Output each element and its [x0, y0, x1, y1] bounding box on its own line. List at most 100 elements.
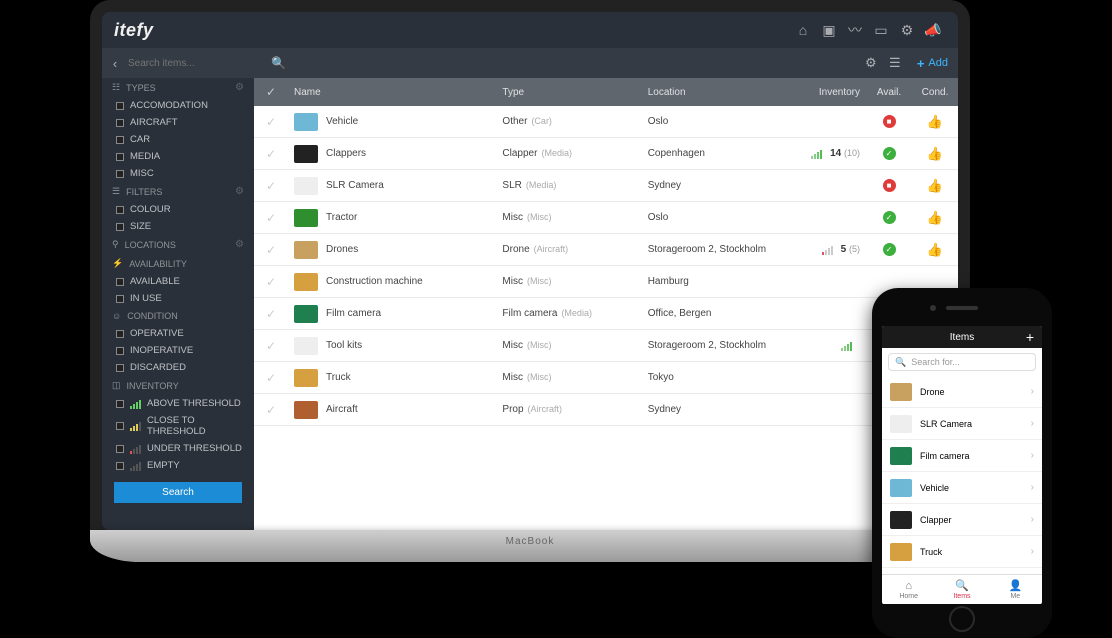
mobile-search[interactable]: 🔍 Search for...: [888, 353, 1036, 371]
checkbox[interactable]: [116, 400, 124, 408]
mobile-list-item[interactable]: Truck›: [882, 536, 1042, 568]
sidebar-item[interactable]: COLOUR: [102, 201, 254, 218]
col-cond[interactable]: Cond.: [912, 87, 958, 98]
view-settings-icon[interactable]: ⚙: [859, 55, 883, 71]
gear-icon[interactable]: ⚙: [235, 82, 244, 93]
sidebar-item[interactable]: IN USE: [102, 290, 254, 307]
checkbox[interactable]: [116, 153, 124, 161]
table-row[interactable]: ✓ Drones Drone(Aircraft) Storageroom 2, …: [254, 234, 958, 266]
row-checkbox[interactable]: ✓: [266, 371, 276, 385]
table-row[interactable]: ✓ Vehicle Other(Car) Oslo ■ 👍: [254, 106, 958, 138]
table-row[interactable]: ✓ Aircraft Prop(Aircraft) Sydney: [254, 394, 958, 426]
row-checkbox[interactable]: ✓: [266, 211, 276, 225]
sidebar-group-header[interactable]: ⚡AVAILABILITY: [102, 254, 254, 273]
sidebar-item[interactable]: SIZE: [102, 218, 254, 235]
row-checkbox[interactable]: ✓: [266, 179, 276, 193]
sidebar-item[interactable]: DISCARDED: [102, 359, 254, 376]
cube-icon[interactable]: ▣: [816, 22, 842, 39]
sidebar-group-header[interactable]: ⚲LOCATIONS⚙: [102, 235, 254, 254]
sidebar-item[interactable]: ABOVE THRESHOLD: [102, 395, 254, 412]
pulse-icon[interactable]: 〰: [842, 20, 868, 40]
back-button[interactable]: ‹: [102, 56, 128, 71]
checkbox[interactable]: [116, 278, 124, 286]
sidebar-group-header[interactable]: ☷TYPES⚙: [102, 78, 254, 97]
mobile-add-button[interactable]: +: [1026, 329, 1034, 345]
search-icon: 🔍: [895, 357, 906, 368]
iphone-frame: Items + 🔍 Search for... Drone›SLR Camera…: [872, 288, 1052, 638]
topbar: itefy ⌂ ▣ 〰 ▭ ⚙ 📣: [102, 12, 958, 48]
select-all-checkbox[interactable]: ✓: [254, 85, 288, 99]
sidebar-item[interactable]: MISC: [102, 165, 254, 182]
search-button[interactable]: Search: [114, 482, 242, 503]
checkbox[interactable]: [116, 347, 124, 355]
sidebar-group-header[interactable]: ◫INVENTORY: [102, 376, 254, 395]
table-row[interactable]: ✓ Tool kits Misc(Misc) Storageroom 2, St…: [254, 330, 958, 362]
table-row[interactable]: ✓ Clappers Clapper(Media) Copenhagen 14 …: [254, 138, 958, 170]
sidebar-item[interactable]: OPERATIVE: [102, 325, 254, 342]
mobile-list-item[interactable]: SLR Camera›: [882, 408, 1042, 440]
row-checkbox[interactable]: ✓: [266, 403, 276, 417]
home-icon[interactable]: ⌂: [790, 22, 816, 38]
row-checkbox[interactable]: ✓: [266, 147, 276, 161]
list-view-icon[interactable]: ☰: [883, 55, 907, 71]
mobile-list-item[interactable]: Clapper›: [882, 504, 1042, 536]
sidebar-item[interactable]: MEDIA: [102, 148, 254, 165]
sidebar-item[interactable]: CAR: [102, 131, 254, 148]
phone-home-button[interactable]: [949, 606, 975, 632]
chevron-right-icon: ›: [1031, 482, 1034, 493]
col-location[interactable]: Location: [642, 87, 794, 98]
tab-items[interactable]: 🔍Items: [935, 575, 988, 604]
col-name[interactable]: Name: [288, 87, 496, 98]
sidebar-group-header[interactable]: ☰FILTERS⚙: [102, 182, 254, 201]
table-row[interactable]: ✓ Truck Misc(Misc) Tokyo: [254, 362, 958, 394]
badge-icon[interactable]: ▭: [868, 22, 894, 39]
mobile-list-item[interactable]: Drone›: [882, 376, 1042, 408]
col-inventory[interactable]: Inventory: [794, 87, 866, 98]
item-type-sub: (Aircraft): [534, 244, 569, 254]
gear-icon[interactable]: ⚙: [235, 186, 244, 197]
col-type[interactable]: Type: [496, 87, 641, 98]
checkbox[interactable]: [116, 136, 124, 144]
row-checkbox[interactable]: ✓: [266, 115, 276, 129]
search-input[interactable]: [128, 58, 248, 69]
row-checkbox[interactable]: ✓: [266, 339, 276, 353]
item-type: Prop: [502, 404, 523, 415]
checkbox[interactable]: [116, 445, 124, 453]
sidebar-item[interactable]: EMPTY: [102, 457, 254, 474]
item-availability: ✓: [866, 211, 912, 224]
row-checkbox[interactable]: ✓: [266, 307, 276, 321]
checkbox[interactable]: [116, 223, 124, 231]
tab-me[interactable]: 👤Me: [989, 575, 1042, 604]
sidebar-group-header[interactable]: ☺CONDITION: [102, 307, 254, 325]
table-row[interactable]: ✓ Film camera Film camera(Media) Office,…: [254, 298, 958, 330]
sidebar-item[interactable]: AVAILABLE: [102, 273, 254, 290]
table-row[interactable]: ✓ Tractor Misc(Misc) Oslo ✓ 👍: [254, 202, 958, 234]
sidebar-item[interactable]: CLOSE TO THRESHOLD: [102, 412, 254, 440]
tab-home[interactable]: ⌂Home: [882, 575, 935, 604]
settings-icon[interactable]: ⚙: [894, 22, 920, 39]
announce-icon[interactable]: 📣: [920, 22, 946, 39]
checkbox[interactable]: [116, 364, 124, 372]
checkbox[interactable]: [116, 422, 124, 430]
table-row[interactable]: ✓ Construction machine Misc(Misc) Hambur…: [254, 266, 958, 298]
row-checkbox[interactable]: ✓: [266, 275, 276, 289]
gear-icon[interactable]: ⚙: [235, 239, 244, 250]
checkbox[interactable]: [116, 462, 124, 470]
sidebar-item[interactable]: INOPERATIVE: [102, 342, 254, 359]
mobile-list-item[interactable]: Vehicle›: [882, 472, 1042, 504]
sidebar-item[interactable]: UNDER THRESHOLD: [102, 440, 254, 457]
search-icon[interactable]: 🔍: [271, 56, 286, 70]
sidebar-item[interactable]: ACCOMODATION: [102, 97, 254, 114]
row-checkbox[interactable]: ✓: [266, 243, 276, 257]
checkbox[interactable]: [116, 295, 124, 303]
add-button[interactable]: + Add: [907, 56, 958, 71]
checkbox[interactable]: [116, 170, 124, 178]
sidebar-item[interactable]: AIRCRAFT: [102, 114, 254, 131]
checkbox[interactable]: [116, 330, 124, 338]
table-row[interactable]: ✓ SLR Camera SLR(Media) Sydney ■ 👍: [254, 170, 958, 202]
mobile-list-item[interactable]: Film camera›: [882, 440, 1042, 472]
checkbox[interactable]: [116, 119, 124, 127]
checkbox[interactable]: [116, 102, 124, 110]
col-avail[interactable]: Avail.: [866, 87, 912, 98]
checkbox[interactable]: [116, 206, 124, 214]
